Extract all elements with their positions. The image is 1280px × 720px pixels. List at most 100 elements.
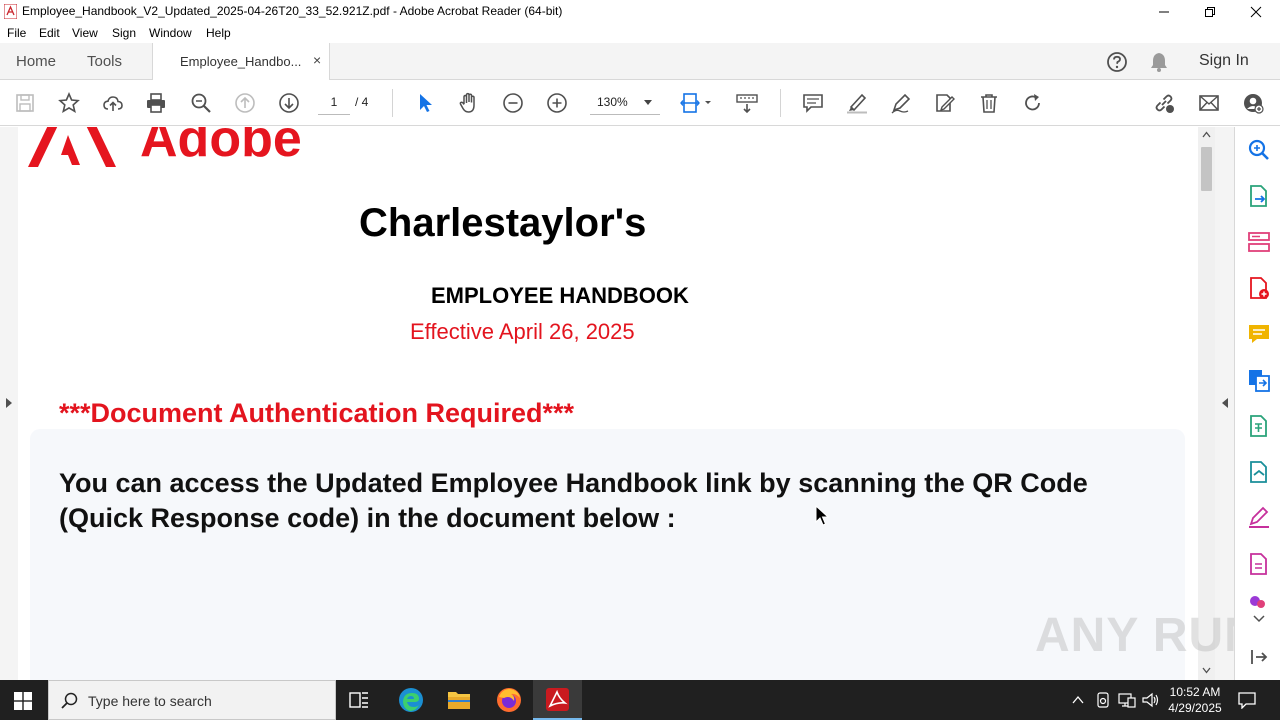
effective-date: Effective April 26, 2025 bbox=[410, 319, 635, 344]
left-pane-collapsed bbox=[0, 127, 18, 680]
save-icon bbox=[16, 94, 34, 112]
zoom-level-select[interactable]: 130% bbox=[590, 91, 660, 115]
bookmark-button[interactable] bbox=[57, 91, 81, 115]
share-with-people-button[interactable] bbox=[1241, 91, 1265, 115]
find-button[interactable] bbox=[189, 91, 213, 115]
file-explorer-icon[interactable] bbox=[447, 689, 471, 711]
zoom-in-button[interactable] bbox=[545, 91, 569, 115]
next-page-button[interactable] bbox=[277, 91, 301, 115]
tab-document[interactable]: Employee_Handbo... × bbox=[152, 43, 330, 80]
protect-pdf-icon[interactable] bbox=[1247, 552, 1271, 576]
print-button[interactable] bbox=[144, 91, 168, 115]
zoom-out-button[interactable] bbox=[501, 91, 525, 115]
mouse-cursor-icon bbox=[815, 505, 829, 526]
company-name: Charlestaylor's bbox=[359, 201, 647, 245]
mail-icon bbox=[1199, 95, 1219, 111]
hand-tool-button[interactable] bbox=[457, 91, 481, 115]
hand-icon bbox=[459, 92, 475, 113]
close-window-button[interactable] bbox=[1233, 0, 1279, 23]
cloud-upload-icon bbox=[103, 96, 123, 111]
firefox-browser-icon[interactable] bbox=[496, 687, 522, 713]
page-number-input[interactable]: 1 bbox=[318, 91, 350, 115]
compress-pdf-icon[interactable] bbox=[1247, 414, 1271, 438]
cursor-arrow-icon bbox=[420, 94, 432, 112]
menu-sign[interactable]: Sign bbox=[112, 26, 136, 40]
save-button[interactable] bbox=[13, 91, 37, 115]
toolbar-separator bbox=[780, 89, 781, 117]
tab-home[interactable]: Home bbox=[16, 53, 56, 70]
scrollbar-thumb[interactable] bbox=[1201, 147, 1212, 191]
handbook-title: EMPLOYEE HANDBOOK bbox=[431, 283, 689, 308]
expand-left-pane-icon[interactable] bbox=[5, 397, 13, 409]
vertical-scrollbar[interactable] bbox=[1198, 127, 1215, 680]
help-icon[interactable] bbox=[1106, 51, 1128, 73]
show-hidden-icons-chevron-icon[interactable] bbox=[1072, 695, 1084, 705]
adobe-logo-mark bbox=[28, 127, 116, 167]
combine-files-icon[interactable] bbox=[1247, 368, 1271, 392]
title-bar: Employee_Handbook_V2_Updated_2025-04-26T… bbox=[0, 0, 1280, 23]
pen-icon bbox=[891, 93, 911, 114]
menu-help[interactable]: Help bbox=[206, 26, 231, 40]
rotate-button[interactable] bbox=[1021, 91, 1045, 115]
create-pdf-icon[interactable] bbox=[1247, 276, 1271, 300]
menu-file[interactable]: File bbox=[7, 26, 26, 40]
comment-button[interactable] bbox=[801, 91, 825, 115]
upload-button[interactable] bbox=[101, 91, 125, 115]
fill-and-sign-icon[interactable] bbox=[1247, 506, 1271, 530]
action-center-icon[interactable] bbox=[1238, 691, 1256, 709]
highlight-button[interactable] bbox=[845, 91, 869, 115]
more-tools-icon[interactable] bbox=[1247, 595, 1271, 609]
document-tab-close-button[interactable]: × bbox=[313, 52, 321, 68]
restore-button[interactable] bbox=[1187, 0, 1233, 23]
collapse-right-pane-icon[interactable] bbox=[1221, 397, 1229, 409]
export-pdf-icon[interactable] bbox=[1247, 184, 1271, 208]
delete-button[interactable] bbox=[977, 91, 1001, 115]
page-fit-button[interactable] bbox=[679, 91, 715, 115]
system-clock[interactable]: 10:52 AM 4/29/2025 bbox=[1160, 684, 1230, 716]
taskbar-search-box[interactable]: Type here to search bbox=[48, 680, 336, 720]
printer-icon bbox=[147, 93, 165, 113]
device-icon[interactable] bbox=[1096, 692, 1110, 708]
search-icon bbox=[61, 692, 78, 709]
send-for-review-icon[interactable] bbox=[1247, 460, 1271, 484]
qr-instructions-text: You can access the Updated Employee Hand… bbox=[59, 468, 1088, 533]
tab-tools[interactable]: Tools bbox=[87, 53, 122, 70]
windows-start-icon[interactable] bbox=[14, 692, 32, 710]
menu-edit[interactable]: Edit bbox=[39, 26, 60, 40]
chevron-down-icon[interactable] bbox=[1247, 613, 1271, 625]
menu-window[interactable]: Window bbox=[149, 26, 192, 40]
zoom-in-icon bbox=[547, 93, 567, 113]
task-view-icon[interactable] bbox=[349, 690, 369, 710]
select-tool-button[interactable] bbox=[413, 91, 437, 115]
share-link-button[interactable] bbox=[1152, 91, 1176, 115]
menu-view[interactable]: View bbox=[72, 26, 98, 40]
arrow-up-circle-icon bbox=[235, 93, 255, 113]
trash-icon bbox=[981, 94, 997, 113]
previous-page-button[interactable] bbox=[233, 91, 257, 115]
search-zoom-icon[interactable] bbox=[1247, 138, 1271, 162]
minimize-button[interactable] bbox=[1141, 0, 1187, 23]
draw-button[interactable] bbox=[889, 91, 913, 115]
volume-icon[interactable] bbox=[1142, 692, 1160, 708]
comment-icon bbox=[803, 94, 823, 113]
sign-in-button[interactable]: Sign In bbox=[1199, 52, 1249, 70]
network-icon[interactable] bbox=[1118, 692, 1136, 708]
email-button[interactable] bbox=[1197, 91, 1221, 115]
adobe-logo-text: Adobe bbox=[140, 127, 302, 168]
menu-bar: File Edit View Sign Window Help bbox=[0, 23, 1280, 43]
scroll-up-icon[interactable] bbox=[1202, 131, 1211, 138]
taskbar-acrobat-button[interactable] bbox=[533, 680, 582, 720]
document-tab-label: Employee_Handbo... bbox=[180, 54, 302, 69]
tab-bar: Home Tools Employee_Handbo... × Sign In bbox=[0, 43, 1280, 80]
fill-sign-button[interactable] bbox=[933, 91, 957, 115]
zoom-level-value: 130% bbox=[597, 95, 628, 109]
collapse-pane-icon[interactable] bbox=[1247, 645, 1271, 669]
comment-tool-icon[interactable] bbox=[1247, 322, 1271, 346]
notifications-bell-icon[interactable] bbox=[1149, 51, 1169, 73]
scroll-down-icon[interactable] bbox=[1202, 667, 1211, 674]
acrobat-reader-icon bbox=[546, 688, 569, 711]
edge-browser-icon[interactable] bbox=[398, 687, 424, 713]
organize-pages-icon[interactable] bbox=[1247, 230, 1271, 254]
scroll-mode-button[interactable] bbox=[735, 91, 759, 115]
edit-document-icon bbox=[936, 94, 955, 112]
